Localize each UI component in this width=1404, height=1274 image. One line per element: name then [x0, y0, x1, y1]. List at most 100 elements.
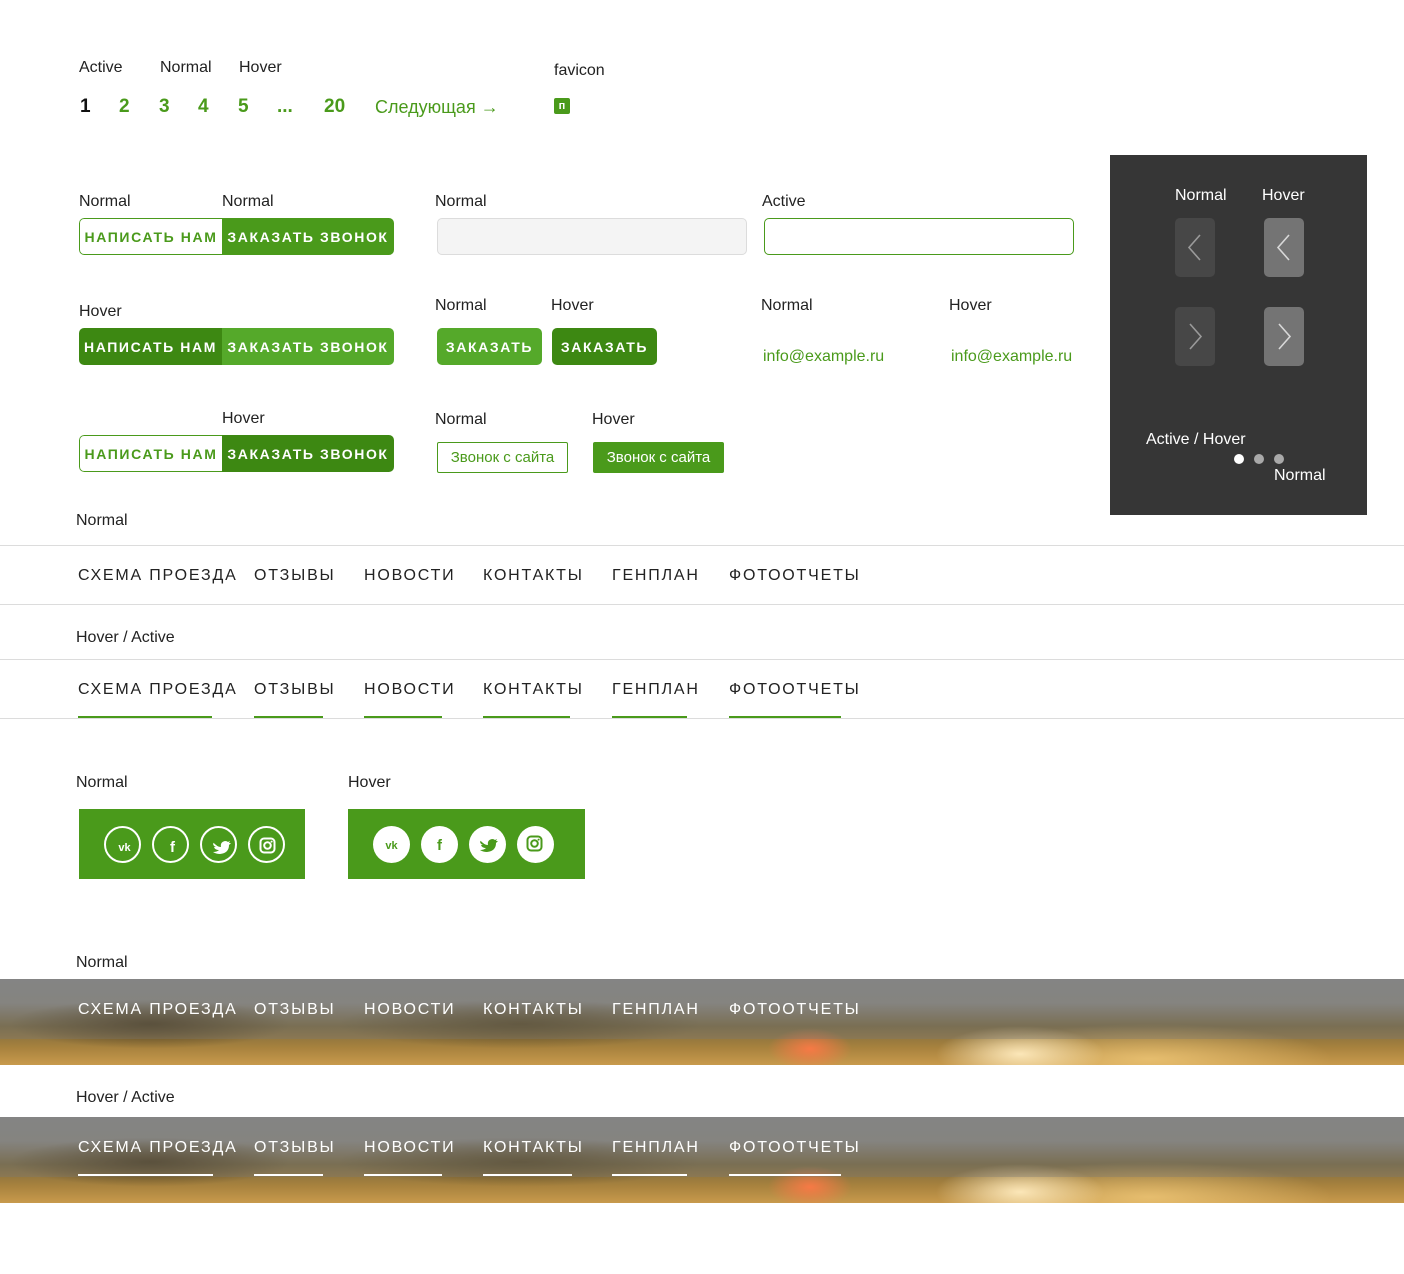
- write-us-button[interactable]: НАПИСАТЬ НАМ: [79, 218, 222, 255]
- vk-icon[interactable]: vk: [104, 826, 141, 863]
- photo-nav-bar: СХЕМА ПРОЕЗДА ОТЗЫВЫ НОВОСТИ КОНТАКТЫ ГЕ…: [0, 979, 1404, 1065]
- label-normal: Normal: [76, 512, 128, 529]
- favicon-icon: п: [554, 98, 570, 114]
- nav-item-contacts[interactable]: КОНТАКТЫ: [483, 681, 584, 699]
- active-underline: [729, 1174, 841, 1176]
- nav-item-reviews[interactable]: ОТЗЫВЫ: [254, 567, 336, 585]
- instagram-icon[interactable]: [248, 826, 285, 863]
- nav-item-reviews[interactable]: ОТЗЫВЫ: [254, 1001, 336, 1019]
- svg-text:vk: vk: [118, 842, 131, 854]
- chevron-left-icon: [1187, 234, 1201, 261]
- next-page-link[interactable]: Следующая →: [375, 97, 499, 118]
- page-1[interactable]: 1: [80, 96, 91, 118]
- twitter-icon[interactable]: [200, 826, 237, 863]
- label-active: Active: [79, 59, 123, 76]
- page-4[interactable]: 4: [198, 96, 209, 118]
- nav-item-photos[interactable]: ФОТООТЧЕТЫ: [729, 681, 861, 699]
- label-hover: Hover: [592, 411, 635, 428]
- order-button[interactable]: ЗАКАЗАТЬ: [437, 328, 542, 365]
- favicon-label: favicon: [554, 62, 605, 79]
- photo-nav-bar-hover: СХЕМА ПРОЕЗДА ОТЗЫВЫ НОВОСТИ КОНТАКТЫ ГЕ…: [0, 1117, 1404, 1203]
- slider-dot[interactable]: [1254, 454, 1264, 464]
- active-underline: [364, 1174, 442, 1176]
- nav-item-contacts[interactable]: КОНТАКТЫ: [483, 1001, 584, 1019]
- slider-dot-active[interactable]: [1234, 454, 1244, 464]
- page-5[interactable]: 5: [238, 96, 249, 118]
- nav-item-contacts[interactable]: КОНТАКТЫ: [483, 1139, 584, 1157]
- write-us-button[interactable]: НАПИСАТЬ НАМ: [79, 435, 222, 472]
- divider: [0, 659, 1404, 660]
- nav-item-photos[interactable]: ФОТООТЧЕТЫ: [729, 567, 861, 585]
- request-call-button[interactable]: ЗАКАЗАТЬ ЗВОНОК: [222, 435, 394, 472]
- page-3[interactable]: 3: [159, 96, 170, 118]
- chevron-left-icon: [1276, 234, 1290, 261]
- site-call-button[interactable]: Звонок с сайта: [437, 442, 568, 473]
- label-hover: Hover: [949, 297, 992, 314]
- nav-item-plan[interactable]: ГЕНПЛАН: [612, 1139, 700, 1157]
- nav-item-news[interactable]: НОВОСТИ: [364, 567, 455, 585]
- text-input-normal[interactable]: [437, 218, 747, 255]
- active-underline: [78, 1174, 213, 1176]
- contact-button-group-hover: НАПИСАТЬ НАМ ЗАКАЗАТЬ ЗВОНОК: [79, 328, 394, 365]
- prev-arrow-button-hover[interactable]: [1264, 218, 1304, 277]
- label-normal: Normal: [761, 297, 813, 314]
- site-call-button-hover[interactable]: Звонок с сайта: [593, 442, 724, 473]
- nav-item-plan[interactable]: ГЕНПЛАН: [612, 567, 700, 585]
- nav-item-reviews[interactable]: ОТЗЫВЫ: [254, 1139, 336, 1157]
- chevron-right-icon: [1189, 323, 1203, 350]
- label-hover-active: Hover / Active: [76, 1089, 175, 1106]
- request-call-button[interactable]: ЗАКАЗАТЬ ЗВОНОК: [222, 218, 394, 255]
- label-active: Active: [762, 193, 806, 210]
- next-arrow-button[interactable]: [1175, 307, 1215, 366]
- label-normal: Normal: [222, 193, 274, 210]
- nav-item-photos[interactable]: ФОТООТЧЕТЫ: [729, 1139, 861, 1157]
- divider: [0, 604, 1404, 605]
- nav-item-route[interactable]: СХЕМА ПРОЕЗДА: [78, 1001, 238, 1019]
- label-normal: Normal: [435, 411, 487, 428]
- prev-arrow-button[interactable]: [1175, 218, 1215, 277]
- page-20[interactable]: 20: [324, 96, 345, 118]
- nav-item-route[interactable]: СХЕМА ПРОЕЗДА: [78, 681, 238, 699]
- active-underline: [612, 1174, 687, 1176]
- label-normal: Normal: [435, 297, 487, 314]
- facebook-icon[interactable]: f: [152, 826, 189, 863]
- label-normal: Normal: [160, 59, 212, 76]
- label-normal: Normal: [76, 954, 128, 971]
- nav-item-news[interactable]: НОВОСТИ: [364, 681, 455, 699]
- active-underline: [254, 1174, 323, 1176]
- twitter-icon[interactable]: [469, 826, 506, 863]
- label-normal: Normal: [1175, 187, 1227, 204]
- chevron-right-icon: [1278, 323, 1292, 350]
- email-link[interactable]: info@example.ru: [763, 348, 884, 366]
- page-2[interactable]: 2: [119, 96, 130, 118]
- nav-item-reviews[interactable]: ОТЗЫВЫ: [254, 681, 336, 699]
- nav-item-plan[interactable]: ГЕНПЛАН: [612, 681, 700, 699]
- slider-dot[interactable]: [1274, 454, 1284, 464]
- order-button-hover[interactable]: ЗАКАЗАТЬ: [552, 328, 657, 365]
- label-normal: Normal: [76, 774, 128, 791]
- label-hover: Hover: [222, 410, 265, 427]
- page-ellipsis[interactable]: ...: [277, 96, 293, 118]
- label-normal: Normal: [435, 193, 487, 210]
- nav-item-route[interactable]: СХЕМА ПРОЕЗДА: [78, 1139, 238, 1157]
- svg-text:vk: vk: [385, 840, 398, 852]
- svg-text:f: f: [437, 837, 443, 854]
- label-hover: Hover: [348, 774, 391, 791]
- nav-item-route[interactable]: СХЕМА ПРОЕЗДА: [78, 567, 238, 585]
- write-us-button[interactable]: НАПИСАТЬ НАМ: [79, 328, 222, 365]
- nav-item-plan[interactable]: ГЕНПЛАН: [612, 1001, 700, 1019]
- nav-item-news[interactable]: НОВОСТИ: [364, 1139, 455, 1157]
- request-call-button[interactable]: ЗАКАЗАТЬ ЗВОНОК: [222, 328, 394, 365]
- nav-item-news[interactable]: НОВОСТИ: [364, 1001, 455, 1019]
- label-hover: Hover: [1262, 187, 1305, 204]
- nav-item-contacts[interactable]: КОНТАКТЫ: [483, 567, 584, 585]
- vk-icon[interactable]: vk: [373, 826, 410, 863]
- text-input-active[interactable]: [764, 218, 1074, 255]
- email-link-hover[interactable]: info@example.ru: [951, 348, 1072, 366]
- nav-item-photos[interactable]: ФОТООТЧЕТЫ: [729, 1001, 861, 1019]
- label-hover-active: Hover / Active: [76, 629, 175, 646]
- next-arrow-button-hover[interactable]: [1264, 307, 1304, 366]
- facebook-icon[interactable]: f: [421, 826, 458, 863]
- instagram-icon[interactable]: [517, 826, 554, 863]
- label-active-hover: Active / Hover: [1146, 431, 1246, 448]
